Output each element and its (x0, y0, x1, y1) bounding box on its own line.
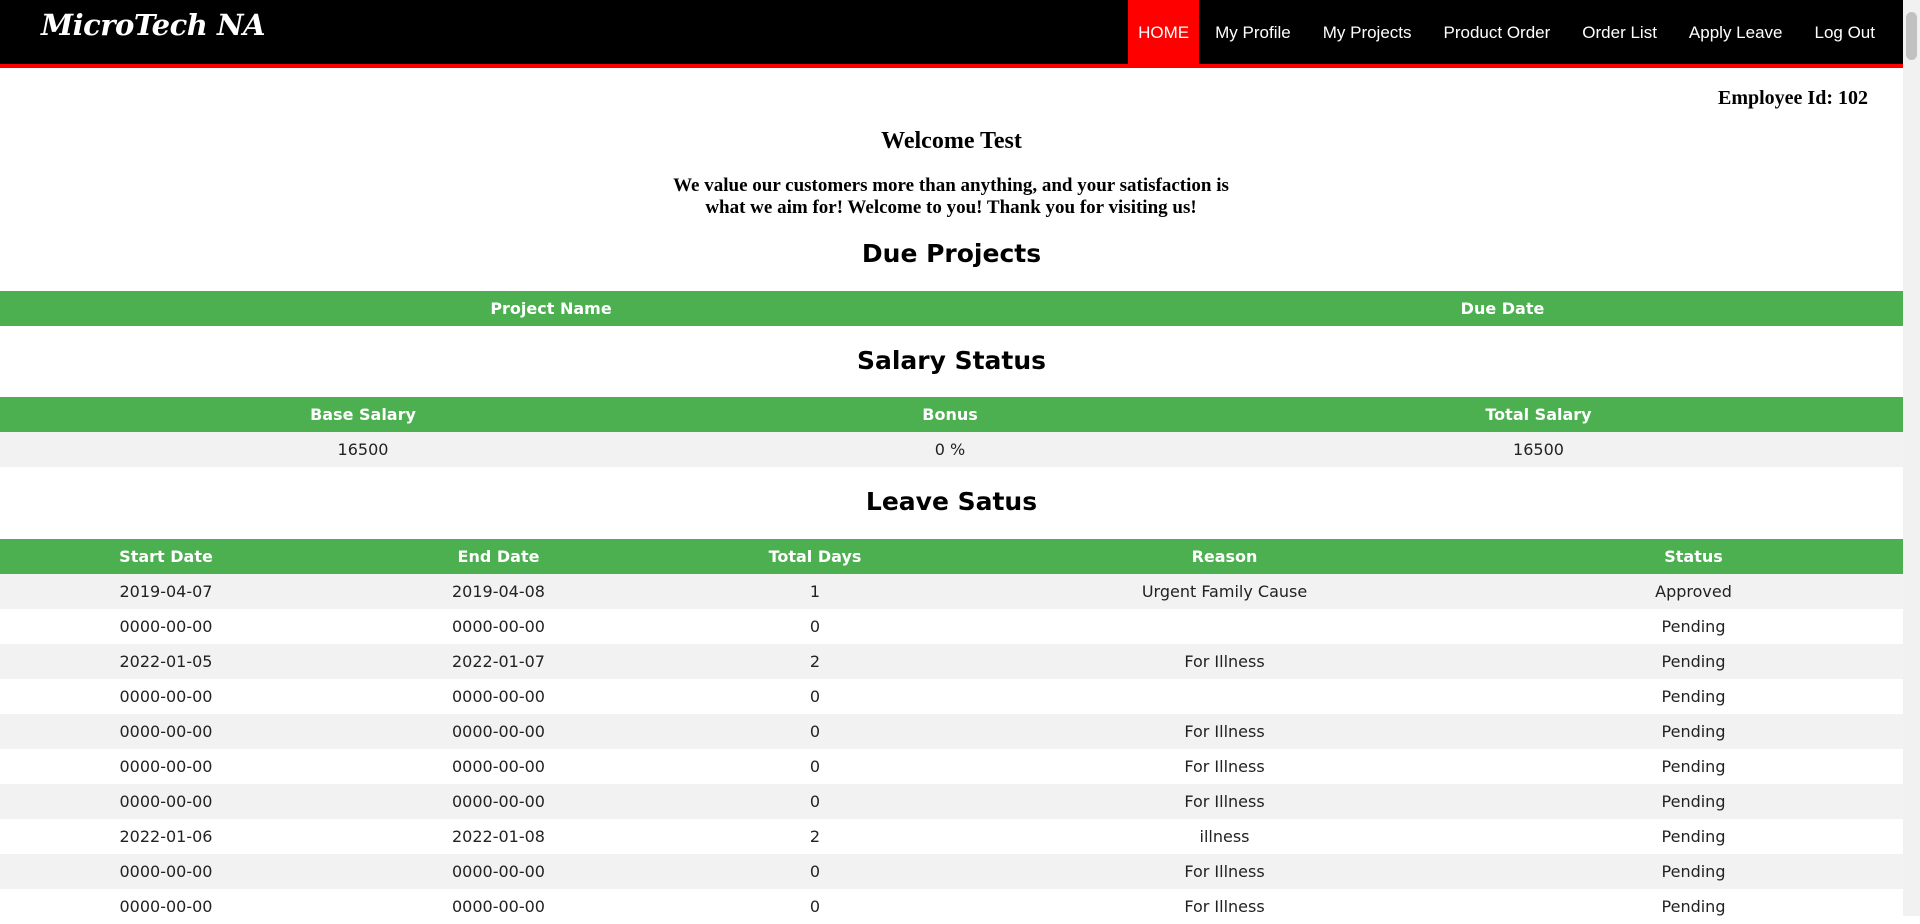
end-date-cell: 0000-00-00 (332, 784, 665, 819)
start-date-cell: 2022-01-05 (0, 644, 332, 679)
start-date-cell: 0000-00-00 (0, 889, 332, 924)
reason-cell: For Illness (965, 889, 1484, 924)
scrollbar-thumb[interactable] (1906, 12, 1917, 60)
column-header: Base Salary (0, 397, 726, 432)
start-date-cell: 2022-01-06 (0, 819, 332, 854)
end-date-cell: 0000-00-00 (332, 714, 665, 749)
status-cell: Pending (1484, 714, 1903, 749)
total-days-cell: 1 (665, 574, 965, 609)
leave-status-table: Start Date End Date Total Days Reason St… (0, 539, 1903, 924)
nav-my-profile[interactable]: My Profile (1199, 0, 1307, 64)
welcome-tagline: We value our customers more than anythin… (673, 175, 1229, 218)
nav-log-out[interactable]: Log Out (1799, 0, 1892, 64)
table-header-row: Project Name Due Date (0, 291, 1903, 326)
column-header: Project Name (0, 291, 1102, 326)
column-header: Status (1484, 539, 1903, 574)
end-date-cell: 0000-00-00 (332, 609, 665, 644)
column-header: End Date (332, 539, 665, 574)
vertical-scrollbar[interactable] (1903, 0, 1920, 916)
end-date-cell: 0000-00-00 (332, 854, 665, 889)
total-days-cell: 0 (665, 854, 965, 889)
top-navbar: MicroTech NA HOME My Profile My Projects… (0, 0, 1903, 68)
reason-cell (965, 679, 1484, 714)
base-salary-cell: 16500 (0, 432, 726, 467)
table-header-row: Base Salary Bonus Total Salary (0, 397, 1903, 432)
column-header: Due Date (1102, 291, 1903, 326)
nav-my-projects[interactable]: My Projects (1307, 0, 1428, 64)
reason-cell: For Illness (965, 749, 1484, 784)
due-projects-title: Due Projects (861, 239, 1042, 268)
status-cell: Pending (1484, 889, 1903, 924)
table-row: 2019-04-07 2019-04-08 1 Urgent Family Ca… (0, 574, 1903, 609)
table-row: 0000-00-00 0000-00-00 0 For Illness Pend… (0, 749, 1903, 784)
table-row: 0000-00-00 0000-00-00 0 For Illness Pend… (0, 714, 1903, 749)
end-date-cell: 0000-00-00 (332, 889, 665, 924)
total-days-cell: 0 (665, 784, 965, 819)
nav-apply-leave[interactable]: Apply Leave (1673, 0, 1799, 64)
total-days-cell: 0 (665, 609, 965, 644)
table-row: 0000-00-00 0000-00-00 0 For Illness Pend… (0, 854, 1903, 889)
status-cell: Pending (1484, 644, 1903, 679)
column-header: Bonus (726, 397, 1174, 432)
reason-cell: For Illness (965, 784, 1484, 819)
table-row: 0000-00-00 0000-00-00 0 Pending (0, 679, 1903, 714)
total-days-cell: 2 (665, 819, 965, 854)
nav-product-order[interactable]: Product Order (1428, 0, 1567, 64)
brand-logo[interactable]: MicroTech NA (41, 8, 265, 42)
end-date-cell: 2019-04-08 (332, 574, 665, 609)
reason-cell (965, 609, 1484, 644)
nav-order-list[interactable]: Order List (1566, 0, 1673, 64)
start-date-cell: 0000-00-00 (0, 679, 332, 714)
total-salary-cell: 16500 (1174, 432, 1903, 467)
end-date-cell: 0000-00-00 (332, 749, 665, 784)
salary-status-title: Salary Status (856, 346, 1047, 375)
table-header-row: Start Date End Date Total Days Reason St… (0, 539, 1903, 574)
table-row: 16500 0 % 16500 (0, 432, 1903, 467)
status-cell: Pending (1484, 819, 1903, 854)
main-nav: HOME My Profile My Projects Product Orde… (1128, 0, 1891, 64)
table-row: 0000-00-00 0000-00-00 0 For Illness Pend… (0, 889, 1903, 924)
nav-home[interactable]: HOME (1128, 0, 1200, 64)
status-cell: Pending (1484, 749, 1903, 784)
end-date-cell: 2022-01-07 (332, 644, 665, 679)
total-days-cell: 0 (665, 889, 965, 924)
start-date-cell: 0000-00-00 (0, 609, 332, 644)
reason-cell: Urgent Family Cause (965, 574, 1484, 609)
start-date-cell: 0000-00-00 (0, 714, 332, 749)
total-days-cell: 0 (665, 749, 965, 784)
status-cell: Pending (1484, 854, 1903, 889)
column-header: Total Salary (1174, 397, 1903, 432)
welcome-heading: Welcome Test (881, 128, 1022, 154)
column-header: Reason (965, 539, 1484, 574)
table-row: 2022-01-06 2022-01-08 2 illness Pending (0, 819, 1903, 854)
reason-cell: For Illness (965, 854, 1484, 889)
total-days-cell: 0 (665, 714, 965, 749)
total-days-cell: 0 (665, 679, 965, 714)
start-date-cell: 0000-00-00 (0, 784, 332, 819)
status-cell: Pending (1484, 679, 1903, 714)
employee-id: Employee Id: 102 (1718, 87, 1868, 109)
leave-status-title: Leave Satus (865, 487, 1038, 516)
reason-cell: For Illness (965, 714, 1484, 749)
column-header: Start Date (0, 539, 332, 574)
end-date-cell: 2022-01-08 (332, 819, 665, 854)
start-date-cell: 0000-00-00 (0, 749, 332, 784)
reason-cell: For Illness (965, 644, 1484, 679)
reason-cell: illness (965, 819, 1484, 854)
status-cell: Pending (1484, 609, 1903, 644)
salary-status-table: Base Salary Bonus Total Salary 16500 0 %… (0, 397, 1903, 467)
status-cell: Pending (1484, 784, 1903, 819)
bonus-cell: 0 % (726, 432, 1174, 467)
end-date-cell: 0000-00-00 (332, 679, 665, 714)
total-days-cell: 2 (665, 644, 965, 679)
table-row: 0000-00-00 0000-00-00 0 Pending (0, 609, 1903, 644)
table-row: 0000-00-00 0000-00-00 0 For Illness Pend… (0, 784, 1903, 819)
due-projects-table: Project Name Due Date (0, 291, 1903, 326)
status-cell: Approved (1484, 574, 1903, 609)
table-row: 2022-01-05 2022-01-07 2 For Illness Pend… (0, 644, 1903, 679)
column-header: Total Days (665, 539, 965, 574)
start-date-cell: 0000-00-00 (0, 854, 332, 889)
start-date-cell: 2019-04-07 (0, 574, 332, 609)
